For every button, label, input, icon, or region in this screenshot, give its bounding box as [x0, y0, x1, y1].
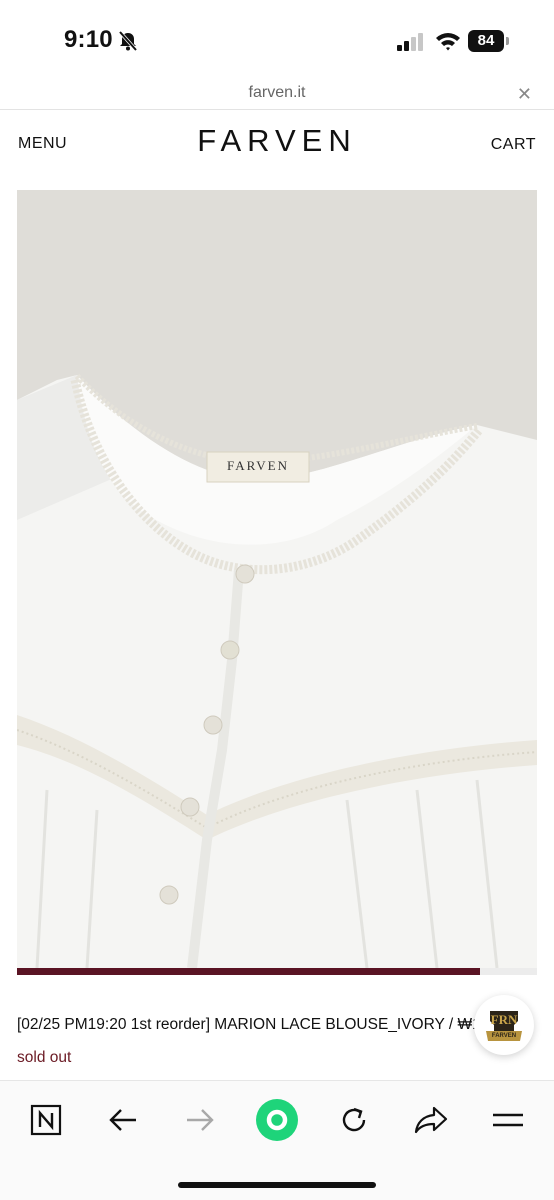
- share-icon[interactable]: [408, 1097, 454, 1143]
- product-status: sold out: [17, 1049, 72, 1066]
- forward-arrow-icon[interactable]: [177, 1097, 223, 1143]
- green-dot-icon[interactable]: [254, 1097, 300, 1143]
- home-indicator: [178, 1182, 376, 1188]
- url-text[interactable]: farven.it: [0, 84, 554, 102]
- site-header: MENU FARVEN CART: [0, 111, 554, 179]
- gallery-progress: [17, 968, 537, 975]
- product-image[interactable]: FARVEN: [17, 190, 537, 968]
- blouse-illustration: [17, 190, 537, 968]
- cart-link[interactable]: CART: [491, 136, 536, 154]
- menu-icon[interactable]: [485, 1097, 531, 1143]
- product-title[interactable]: [02/25 PM19:20 1st reorder] MARION LACE …: [17, 1016, 477, 1034]
- badge-text-top: FRN: [490, 1012, 518, 1027]
- battery-icon: 84: [468, 30, 510, 52]
- badge-text-bottom: FARVEN: [491, 1033, 517, 1039]
- wifi-icon: [436, 33, 460, 51]
- close-icon[interactable]: ✕: [517, 84, 532, 105]
- naver-home-icon[interactable]: [23, 1097, 69, 1143]
- gallery-progress-fill: [17, 968, 480, 975]
- bell-slash-icon: [118, 30, 138, 52]
- battery-cap: [506, 37, 509, 45]
- battery-level: 84: [468, 30, 504, 52]
- brand-logo[interactable]: FARVEN: [0, 123, 554, 159]
- farven-badge-button[interactable]: FRN FARVEN: [474, 995, 534, 1055]
- cellular-signal-icon: [397, 33, 423, 51]
- back-arrow-icon[interactable]: [100, 1097, 146, 1143]
- reload-icon[interactable]: [331, 1097, 377, 1143]
- url-bar[interactable]: farven.it ✕: [0, 80, 554, 110]
- status-time: 9:10: [64, 26, 113, 53]
- status-bar: 9:10 84: [0, 0, 554, 80]
- garment-label-text: FARVEN: [226, 458, 289, 473]
